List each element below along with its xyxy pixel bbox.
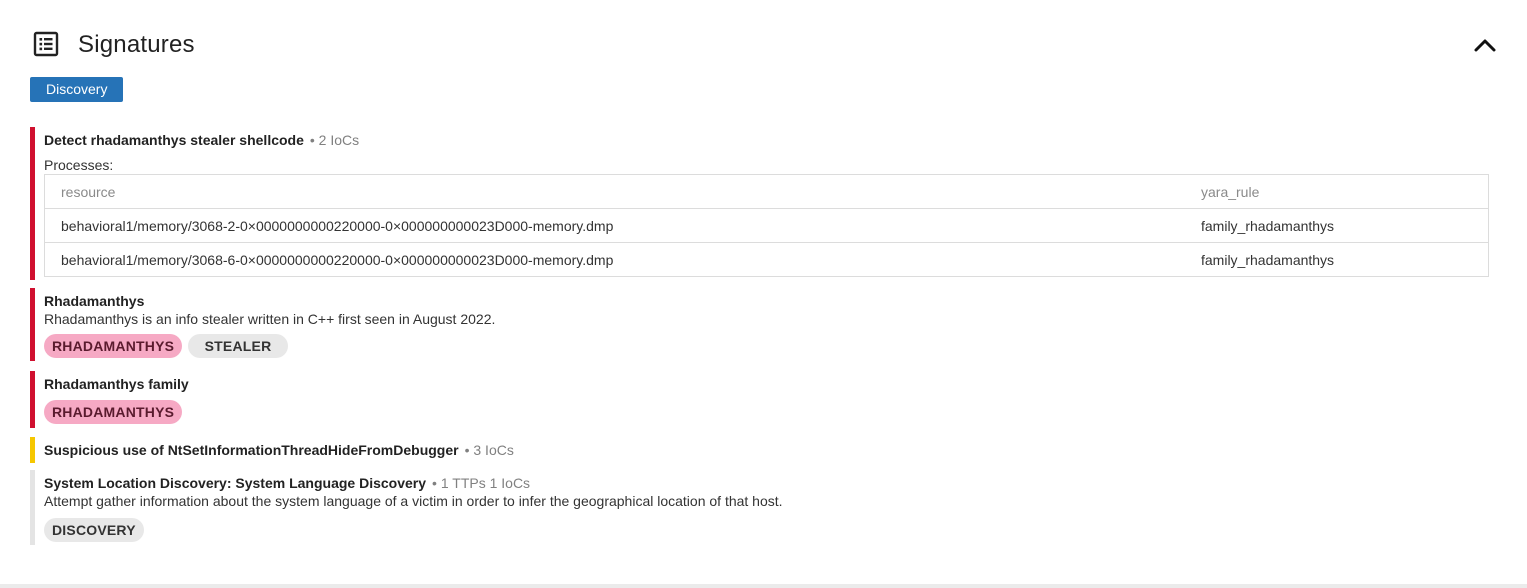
signature-meta: • 1 TTPs 1 IoCs [432, 475, 531, 491]
yara-rule-cell: family_rhadamanthys [1185, 208, 1489, 243]
signature-item-rhadamanthys-shellcode[interactable]: Detect rhadamanthys stealer shellcode • 2… [30, 127, 1490, 280]
table-row: behavioral1/memory/3068-6-0×000000000022… [44, 242, 1489, 277]
signature-description: Rhadamanthys is an info stealer written … [44, 311, 496, 327]
ioc-table: resource yara_rule behavioral1/memory/30… [44, 174, 1489, 277]
signature-item-ntsetinformationthread[interactable]: Suspicious use of NtSetInformationThread… [30, 437, 1490, 463]
yara-rule-cell: family_rhadamanthys [1185, 242, 1489, 277]
signature-meta: • 2 IoCs [309, 132, 360, 148]
tag-list: RHADAMANTHYS [44, 400, 1490, 424]
tag-list: RHADAMANTHYS STEALER [44, 334, 1490, 358]
tag-rhadamanthys[interactable]: RHADAMANTHYS [44, 400, 183, 424]
processes-label: Processes: [44, 157, 114, 173]
signature-title: Suspicious use of NtSetInformationThread… [44, 437, 1490, 459]
signature-meta: • 3 IoCs [464, 442, 514, 458]
list-icon [33, 31, 59, 57]
column-header-resource: resource [44, 174, 1185, 209]
chevron-up-icon[interactable] [1472, 32, 1498, 58]
page-title: Signatures [78, 31, 195, 58]
signature-item-rhadamanthys-family[interactable]: Rhadamanthys family RHADAMANTHYS [30, 371, 1490, 428]
signatures-header: Signatures [30, 28, 1500, 62]
signature-title: Rhadamanthys family [44, 376, 189, 392]
tag-discovery[interactable]: DISCOVERY [44, 518, 144, 542]
signature-title: System Location Discovery: System Langua… [44, 470, 1490, 492]
signature-item-rhadamanthys[interactable]: Rhadamanthys Rhadamanthys is an info ste… [30, 288, 1490, 361]
tag-stealer[interactable]: STEALER [187, 334, 289, 358]
signature-title-text: Detect rhadamanthys stealer shellcode [44, 132, 304, 148]
signature-item-system-language-discovery[interactable]: System Location Discovery: System Langua… [30, 470, 1490, 545]
table-row: behavioral1/memory/3068-2-0×000000000022… [44, 208, 1489, 243]
resource-cell: behavioral1/memory/3068-2-0×000000000022… [44, 208, 1185, 243]
signature-title-text: Suspicious use of NtSetInformationThread… [44, 442, 459, 458]
discovery-filter-button[interactable]: Discovery [30, 77, 124, 102]
signatures-panel: Signatures Discovery Detect rhadamanthys… [0, 0, 1527, 584]
signature-title: Detect rhadamanthys stealer shellcode • 2… [44, 127, 1490, 149]
tag-rhadamanthys[interactable]: RHADAMANTHYS [44, 334, 183, 358]
table-header-row: resource yara_rule [44, 174, 1489, 209]
column-header-yara-rule: yara_rule [1185, 174, 1489, 209]
resource-cell: behavioral1/memory/3068-6-0×000000000022… [44, 242, 1185, 277]
tag-list: DISCOVERY [44, 518, 1490, 542]
signature-title: Rhadamanthys [44, 293, 145, 309]
signature-description: Attempt gather information about the sys… [44, 493, 783, 509]
signature-title-text: System Location Discovery: System Langua… [44, 475, 427, 491]
